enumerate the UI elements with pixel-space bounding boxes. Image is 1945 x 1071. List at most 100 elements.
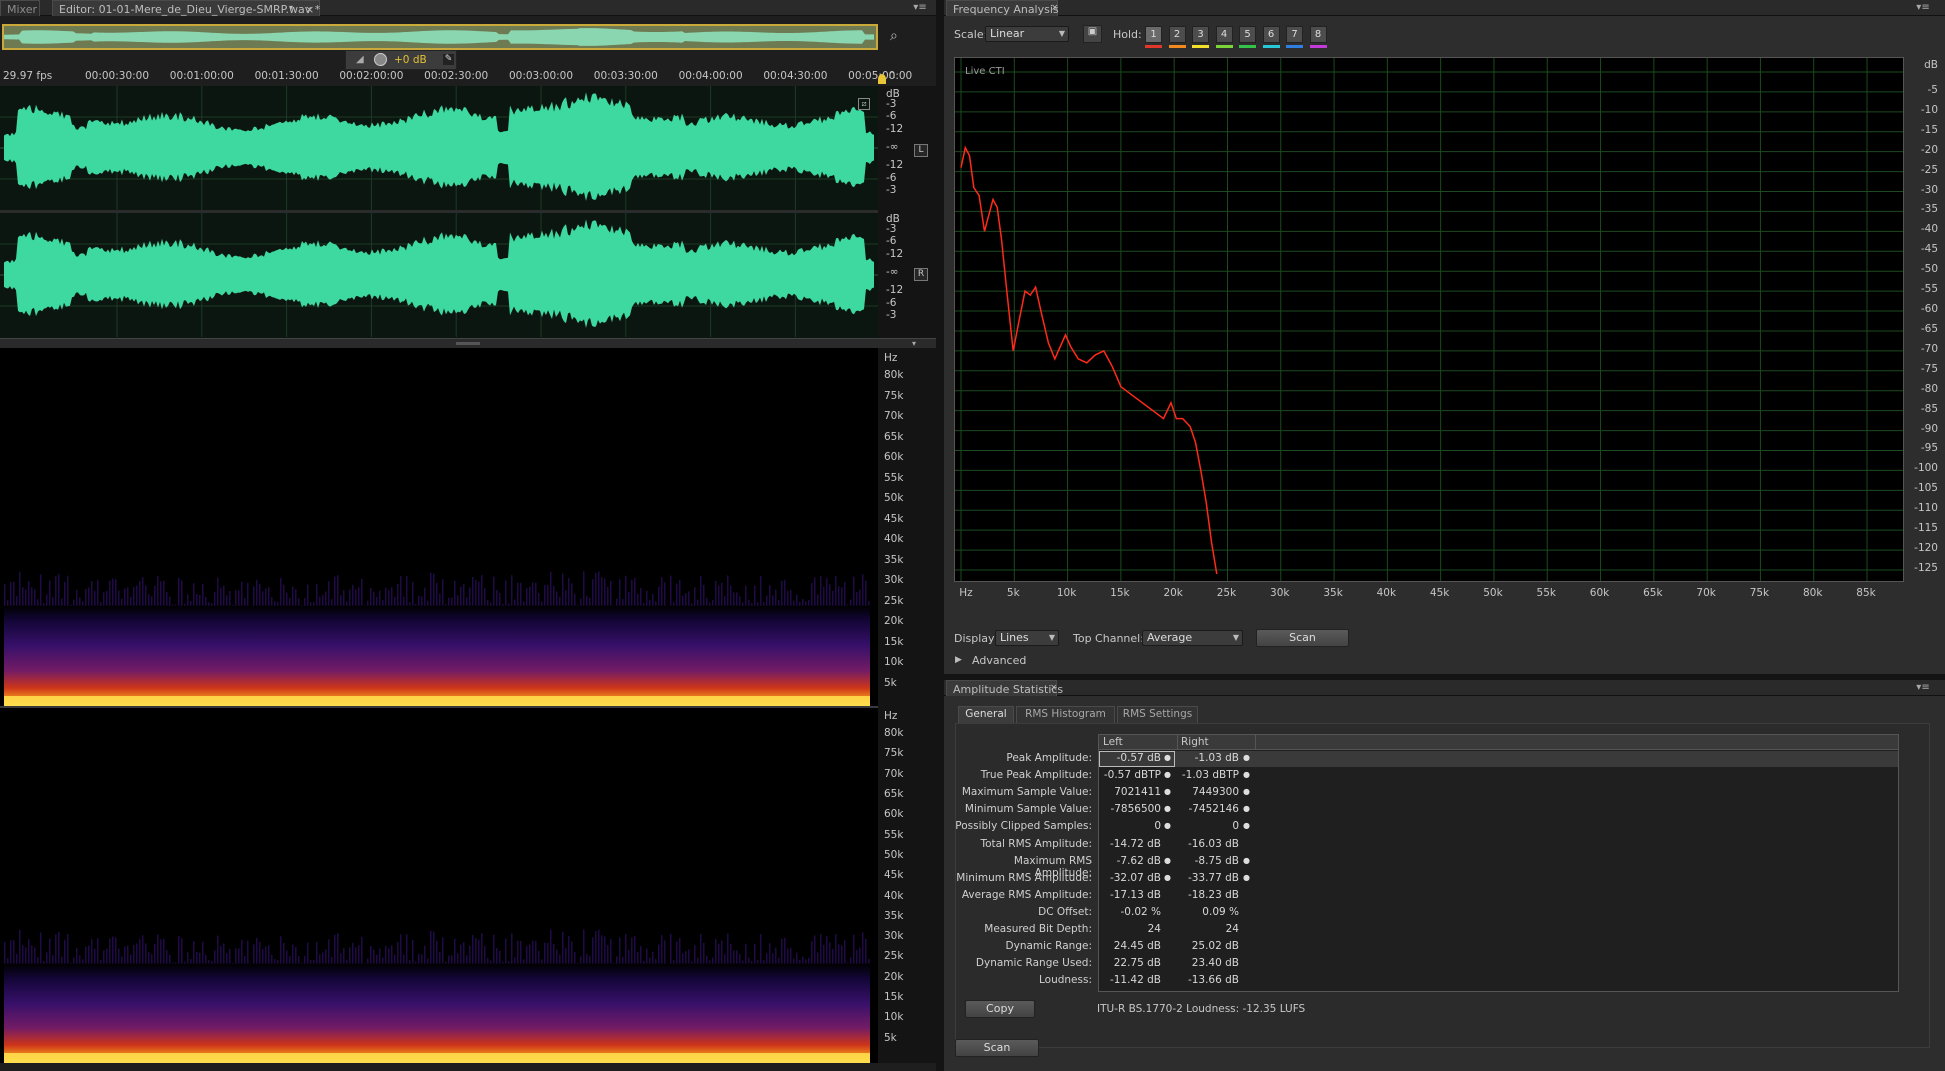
locate-pin-icon[interactable]: ●: [1164, 873, 1171, 882]
locate-pin-icon[interactable]: ●: [1164, 787, 1171, 796]
stat-right-value[interactable]: 25.02 dB: [1178, 940, 1239, 952]
locate-pin-icon[interactable]: ●: [1243, 821, 1250, 830]
amp-scan-button[interactable]: Scan: [955, 1039, 1039, 1057]
amp-tab-general[interactable]: General: [958, 706, 1014, 723]
hold-button-5[interactable]: 5: [1239, 26, 1256, 43]
stat-left-value[interactable]: 7021411: [1100, 786, 1161, 798]
stat-left-value[interactable]: -11.42 dB: [1100, 974, 1161, 986]
freq-menu-icon[interactable]: ▾≡: [1916, 2, 1930, 13]
copy-button[interactable]: Copy: [965, 1000, 1035, 1018]
hz-tick-label: 75k: [884, 389, 904, 402]
time-tick-label: 00:03:30:00: [593, 70, 658, 82]
hz-tick-label: 65k: [884, 787, 904, 800]
hold-button-3[interactable]: 3: [1192, 26, 1209, 43]
stat-left-value[interactable]: -7.62 dB: [1100, 855, 1161, 867]
stat-right-value[interactable]: 0.09 %: [1178, 906, 1239, 918]
y-tick-label: -35: [1920, 203, 1938, 216]
stat-right-value[interactable]: -8.75 dB: [1178, 855, 1239, 867]
advanced-toggle-icon[interactable]: ▶: [955, 655, 962, 665]
stat-left-value[interactable]: -0.02 %: [1100, 906, 1161, 918]
stat-right-value[interactable]: -18.23 dB: [1178, 889, 1239, 901]
frequency-graph[interactable]: Live CTI: [954, 57, 1904, 582]
overview-navigator[interactable]: [2, 24, 878, 50]
stat-right-value[interactable]: -1.03 dBTP: [1178, 769, 1239, 781]
headphones-icon[interactable]: ∩: [888, 68, 902, 82]
hud-volume[interactable]: ◢ +0 dB ✎: [345, 50, 457, 70]
hold-button-1[interactable]: 1: [1145, 26, 1162, 43]
stat-right-value[interactable]: -7452146: [1178, 803, 1239, 815]
hz-tick-label: 45k: [884, 512, 904, 525]
hud-pin-icon[interactable]: ✎: [443, 54, 454, 65]
x-tick-label: 50k: [1483, 587, 1503, 599]
locate-pin-icon[interactable]: ●: [1164, 821, 1171, 830]
time-ruler[interactable]: 00:00:30:00 00:01:00:00 00:01:30:00 00:02:0…: [0, 70, 912, 84]
panel-menu-icon[interactable]: ▾≡: [913, 2, 927, 13]
y-tick-label: -100: [1914, 462, 1938, 475]
stat-left-value[interactable]: -14.72 dB: [1100, 838, 1161, 850]
tab-editor[interactable]: Editor: 01-01-Mere_de_Dieu_Vierge-SMRP.w…: [52, 0, 320, 16]
channel-R-button[interactable]: R: [914, 268, 928, 281]
stat-left-value[interactable]: 0: [1100, 820, 1161, 832]
stat-right-value[interactable]: 7449300: [1178, 786, 1239, 798]
locate-pin-icon[interactable]: ●: [1164, 770, 1171, 779]
tab-amplitude-statistics[interactable]: Amplitude Statistics ×: [946, 680, 1063, 696]
stat-label: True Peak Amplitude:: [980, 769, 1092, 782]
spectral-display[interactable]: [0, 348, 878, 1063]
stat-left-value[interactable]: -17.13 dB: [1100, 889, 1161, 901]
locate-pin-icon[interactable]: ●: [1243, 873, 1250, 882]
stat-right-value[interactable]: -33.77 dB: [1178, 872, 1239, 884]
tab-mixer[interactable]: Mixer: [0, 0, 40, 16]
capture-icon[interactable]: ▣: [1083, 25, 1102, 43]
locate-pin-icon[interactable]: ●: [1243, 856, 1250, 865]
tab-close-icon[interactable]: ×: [305, 3, 314, 16]
locate-pin-icon[interactable]: ●: [1164, 753, 1171, 762]
locate-pin-icon[interactable]: ●: [1243, 787, 1250, 796]
stat-left-value[interactable]: -32.07 dB: [1100, 872, 1161, 884]
waveform-zoom-icon[interactable]: ⧄: [858, 98, 870, 110]
hold-color-swatch: [1286, 45, 1303, 48]
stat-left-value[interactable]: 24: [1100, 923, 1161, 935]
stat-left-value[interactable]: -7856500: [1100, 803, 1161, 815]
amp-tab-rms-settings[interactable]: RMS Settings: [1117, 706, 1198, 723]
col-left-header: Left: [1103, 736, 1123, 748]
amp-menu-icon[interactable]: ▾≡: [1916, 682, 1930, 693]
hold-button-6[interactable]: 6: [1262, 26, 1280, 43]
tab-frequency-analysis[interactable]: Frequency Analysis ×: [946, 0, 1059, 16]
top-channel-dropdown[interactable]: Average ▼: [1142, 630, 1243, 646]
splitter[interactable]: [936, 0, 944, 1071]
locate-pin-icon[interactable]: ●: [1243, 804, 1250, 813]
stat-right-value[interactable]: 0: [1178, 820, 1239, 832]
freq-scan-button[interactable]: Scan: [1256, 629, 1349, 647]
stat-right-value[interactable]: -13.66 dB: [1178, 974, 1239, 986]
y-tick-label: -90: [1920, 422, 1938, 435]
hold-button-7[interactable]: 7: [1286, 26, 1303, 43]
stat-left-value[interactable]: 24.45 dB: [1100, 940, 1161, 952]
locate-pin-icon[interactable]: ●: [1243, 753, 1250, 762]
display-dropdown[interactable]: Lines ▼: [995, 630, 1059, 646]
playhead-marker-icon[interactable]: [878, 74, 886, 84]
advanced-label[interactable]: Advanced: [972, 654, 1026, 667]
locate-pin-icon[interactable]: ●: [1243, 770, 1250, 779]
hud-volume-knob[interactable]: [374, 53, 387, 66]
channel-L-button[interactable]: L: [914, 144, 928, 157]
locate-pin-icon[interactable]: ●: [1164, 804, 1171, 813]
zoom-navigator-icon[interactable]: ⌕: [890, 28, 898, 44]
hold-button-2[interactable]: 2: [1168, 26, 1186, 43]
stat-right-value[interactable]: 23.40 dB: [1178, 957, 1239, 969]
tab-dropdown-icon[interactable]: ▾: [289, 3, 293, 12]
stat-right-value[interactable]: 24: [1178, 923, 1239, 935]
stat-left-value[interactable]: -0.57 dB: [1100, 752, 1161, 764]
waveform-display[interactable]: ⧄: [0, 86, 878, 338]
stat-right-value[interactable]: -16.03 dB: [1178, 838, 1239, 850]
hz-tick-label: 15k: [884, 635, 904, 648]
scale-dropdown[interactable]: Linear ▼: [985, 26, 1069, 42]
view-divider[interactable]: ▾: [0, 338, 937, 348]
stat-right-value[interactable]: -1.03 dB: [1178, 752, 1239, 764]
hold-button-4[interactable]: 4: [1215, 26, 1233, 43]
stat-left-value[interactable]: -0.57 dBTP: [1100, 769, 1161, 781]
hold-button-8[interactable]: 8: [1309, 26, 1327, 43]
stat-left-value[interactable]: 22.75 dB: [1100, 957, 1161, 969]
amp-tab-rms-histogram[interactable]: RMS Histogram: [1016, 706, 1115, 723]
x-tick-label: 70k: [1696, 587, 1716, 599]
locate-pin-icon[interactable]: ●: [1164, 856, 1171, 865]
